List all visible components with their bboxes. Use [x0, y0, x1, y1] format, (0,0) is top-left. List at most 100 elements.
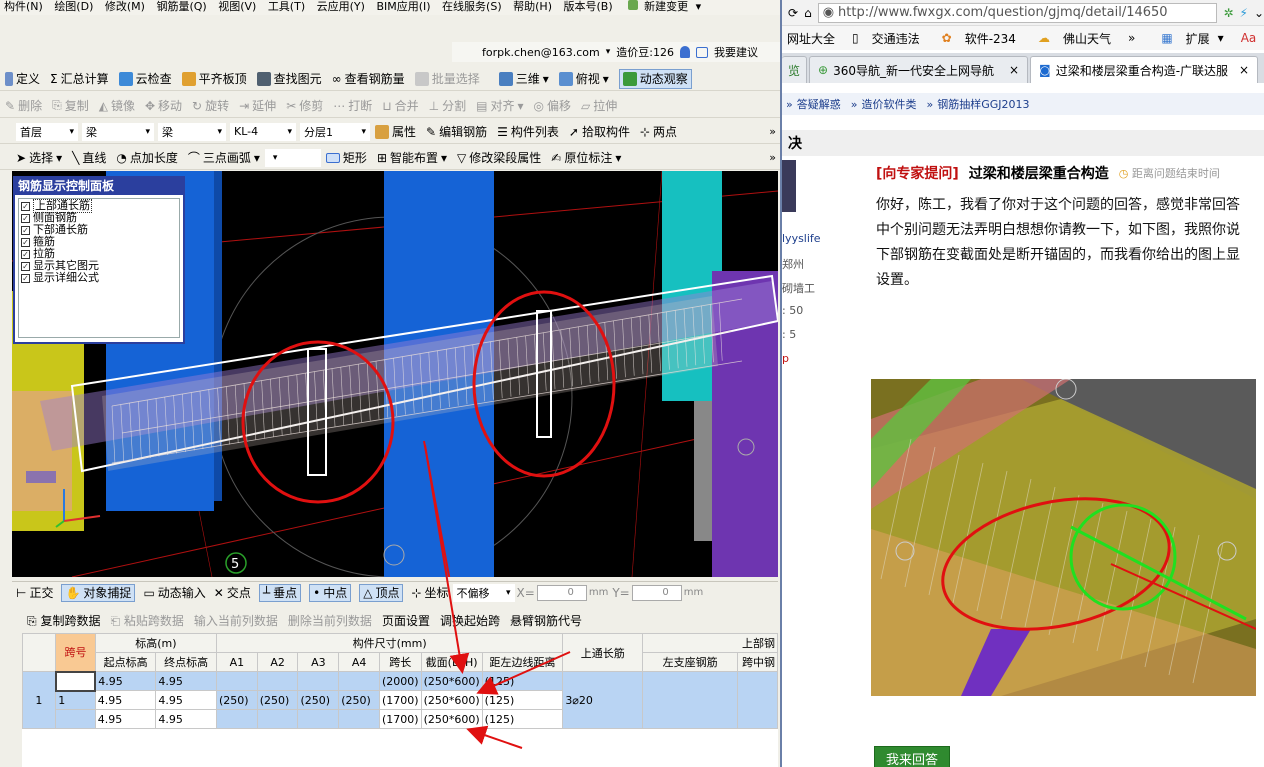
- dynamic-input-button[interactable]: ▭ 动态输入: [143, 584, 205, 602]
- cell-start-elev[interactable]: 4.95: [94, 671, 157, 691]
- align-dropdown[interactable]: ▤ 对齐 ▾: [476, 96, 523, 116]
- cell-start-elev[interactable]: 4.95: [94, 690, 157, 710]
- menu-item-new-change[interactable]: 新建变更 ▾: [624, 0, 701, 13]
- cell-a2[interactable]: [256, 709, 299, 729]
- cell-span-length[interactable]: (1700): [379, 709, 422, 729]
- url-input[interactable]: ◉ http://www.fwxgx.com/question/gjmq/deta…: [817, 2, 1218, 23]
- coordinate-snap[interactable]: ⊹ 坐标: [411, 584, 448, 602]
- bookmark-item[interactable]: ▯ 交通违法: [847, 30, 925, 47]
- cell-a4[interactable]: [338, 671, 381, 691]
- menu-item-modify[interactable]: 修改(M): [105, 0, 145, 13]
- user-email[interactable]: forpk.chen@163.com: [482, 46, 600, 59]
- menu-item-help[interactable]: 帮助(H): [513, 0, 552, 13]
- rect-button[interactable]: 矩形: [325, 148, 367, 168]
- checkbox-icon[interactable]: ✓: [21, 261, 30, 271]
- cantilever-code-button[interactable]: 悬臂钢筋代号: [510, 612, 582, 629]
- url-dropdown-icon[interactable]: ⌄: [1254, 6, 1264, 20]
- home-icon[interactable]: ⌂: [804, 6, 812, 20]
- cell-left-seat[interactable]: [642, 671, 738, 729]
- offset-button[interactable]: ◎ 偏移: [534, 96, 572, 116]
- view-3d-dropdown[interactable]: 三维 ▾: [498, 69, 549, 89]
- cell-span-length[interactable]: (1700): [379, 690, 422, 710]
- crumb-item[interactable]: 答疑解惑: [797, 96, 841, 112]
- crumb-item[interactable]: 钢筋抽样GGJ2013: [937, 96, 1029, 112]
- delete-button[interactable]: ✎ 删除: [5, 96, 42, 116]
- cell-mid-span[interactable]: [736, 671, 778, 729]
- crumb-item[interactable]: 造价软件类: [861, 96, 916, 112]
- cell-section[interactable]: (250*600): [420, 690, 483, 710]
- menu-item-bim[interactable]: BIM应用(I): [376, 0, 430, 13]
- merge-button[interactable]: ⊔ 合并: [382, 96, 418, 116]
- cell-a1[interactable]: [215, 671, 258, 691]
- bookmarks-overflow-icon[interactable]: »: [1128, 31, 1135, 45]
- question-image[interactable]: [871, 379, 1256, 696]
- split-button[interactable]: ⊥ 分割: [429, 96, 466, 116]
- ortho-button[interactable]: ⊢ 正交: [16, 584, 53, 602]
- batch-select-button[interactable]: 批量选择: [414, 69, 480, 89]
- define-button[interactable]: 定义: [5, 69, 40, 89]
- view-rebar-button[interactable]: ∞ 查看钢筋量: [332, 69, 405, 89]
- close-icon[interactable]: ×: [1239, 63, 1249, 77]
- bookmark-item[interactable]: ✿ 软件-234: [937, 30, 1021, 47]
- cell-a3[interactable]: [297, 671, 340, 691]
- toolbar-overflow-icon[interactable]: »: [769, 151, 776, 164]
- modify-span-button[interactable]: ▽ 修改梁段属性: [457, 148, 541, 168]
- menu-item-tools[interactable]: 工具(T): [268, 0, 305, 13]
- cell-section[interactable]: (250*600): [420, 671, 483, 691]
- break-button[interactable]: ⋯ 打断: [333, 96, 372, 116]
- x-input[interactable]: 0: [536, 584, 587, 601]
- checkbox-icon[interactable]: ✓: [21, 201, 30, 211]
- floor-select[interactable]: 首层: [16, 122, 78, 141]
- calc-button[interactable]: Σ 汇总计算: [50, 69, 109, 89]
- menu-item-component[interactable]: 构件(N): [4, 0, 43, 13]
- tab-360[interactable]: ⊕ 360导航_新一代安全上网导航 ×: [809, 56, 1029, 83]
- properties-button[interactable]: 属性: [375, 122, 416, 142]
- menu-item-view[interactable]: 视图(V): [218, 0, 256, 13]
- menu-item-rebar-qty[interactable]: 钢筋量(Q): [156, 0, 206, 13]
- cell-a2[interactable]: [256, 671, 299, 691]
- menu-item-cloud[interactable]: 云应用(Y): [317, 0, 365, 13]
- y-input[interactable]: 0: [631, 584, 682, 601]
- cell-a2[interactable]: (250): [256, 690, 299, 710]
- extensions-button[interactable]: ▦ 扩展 ▾: [1156, 30, 1223, 47]
- cell-edge-distance[interactable]: (125): [481, 709, 564, 729]
- translate-button[interactable]: Aa翻译 ▾: [1236, 30, 1264, 47]
- midpoint-snap[interactable]: • 中点: [309, 583, 352, 602]
- extend-button[interactable]: ⇥ 延伸: [239, 96, 276, 116]
- page-setup-button[interactable]: 页面设置: [382, 612, 430, 629]
- close-icon[interactable]: ×: [1009, 63, 1019, 77]
- avatar[interactable]: [782, 160, 796, 212]
- cell-end-elev[interactable]: 4.95: [155, 709, 217, 729]
- checkbox-icon[interactable]: ✓: [21, 213, 30, 223]
- cell-section[interactable]: (250*600): [420, 709, 483, 729]
- smart-layout-dropdown[interactable]: ⊞ 智能布置 ▾: [377, 148, 447, 168]
- cell-span[interactable]: 1: [55, 690, 96, 710]
- answer-button[interactable]: 我来回答: [874, 746, 950, 767]
- member-list-button[interactable]: ☰ 构件列表: [497, 122, 559, 142]
- cell-a4[interactable]: (250): [338, 690, 381, 710]
- intersect-snap[interactable]: ✕ 交点: [214, 584, 251, 602]
- line-button[interactable]: ╲ 直线: [72, 148, 106, 168]
- find-element-button[interactable]: 查找图元: [256, 69, 322, 89]
- pick-member-button[interactable]: ➚ 拾取构件: [569, 122, 630, 142]
- vertex-snap[interactable]: △ 顶点: [359, 583, 404, 602]
- cloud-check-button[interactable]: 云检查: [118, 69, 172, 89]
- arc-button[interactable]: ⌒ 三点画弧 ▾: [188, 148, 260, 168]
- cell-a4[interactable]: [338, 709, 381, 729]
- bell-icon[interactable]: [679, 46, 690, 58]
- checkbox-icon[interactable]: ✓: [21, 273, 30, 283]
- cell-start-elev[interactable]: 4.95: [94, 709, 157, 729]
- move-button[interactable]: ✥ 移动: [145, 96, 182, 116]
- security-icon[interactable]: ✲: [1223, 6, 1233, 20]
- cell-a3[interactable]: (250): [297, 690, 340, 710]
- swap-start-button[interactable]: 调换起始跨: [440, 612, 500, 629]
- cell-top-through[interactable]: 3⌀20: [562, 671, 644, 729]
- cell-edge-distance[interactable]: (125): [481, 671, 564, 691]
- menu-item-online[interactable]: 在线服务(S): [442, 0, 502, 13]
- paste-span-button[interactable]: ⎗ 粘贴跨数据: [110, 612, 183, 629]
- speed-icon[interactable]: ⚡: [1240, 6, 1248, 20]
- cell-end-elev[interactable]: 4.95: [155, 690, 217, 710]
- top-view-dropdown[interactable]: 俯视 ▾: [558, 69, 609, 89]
- type-select-1[interactable]: 梁: [82, 122, 154, 141]
- menu-item-version[interactable]: 版本号(B): [563, 0, 612, 13]
